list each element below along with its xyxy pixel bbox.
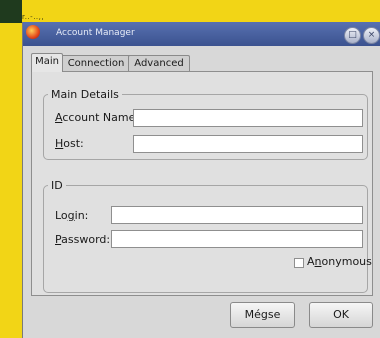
anonymous-label[interactable]: Anonymous [307, 255, 372, 268]
host-label: Host: [55, 137, 84, 150]
background-text: r..-..,, [22, 13, 45, 21]
account-name-label: Account Name: [55, 111, 140, 124]
account-manager-window: Account Manager □ × Main Connection Adva… [22, 22, 380, 338]
desktop-corner-block [0, 0, 22, 23]
window-title: Account Manager [56, 28, 135, 38]
password-label: Password: [55, 233, 111, 246]
host-input[interactable] [133, 135, 363, 153]
main-details-group: Main Details Account Name: Host: [43, 88, 368, 160]
login-input[interactable] [111, 206, 363, 224]
tab-advanced[interactable]: Advanced [128, 55, 190, 71]
tab-main[interactable]: Main [31, 53, 63, 72]
anonymous-checkbox[interactable] [294, 258, 304, 268]
tab-connection[interactable]: Connection [61, 55, 131, 71]
id-legend: ID [51, 179, 63, 192]
main-details-legend: Main Details [51, 88, 119, 101]
password-input[interactable] [111, 230, 363, 248]
restore-button[interactable]: □ [344, 27, 361, 44]
login-label: Login: [55, 209, 89, 222]
firefox-icon [26, 25, 40, 39]
cancel-button[interactable]: Mégse [230, 302, 295, 328]
close-button[interactable]: × [363, 27, 380, 44]
account-name-input[interactable] [133, 109, 363, 127]
titlebar[interactable]: Account Manager □ × [23, 22, 380, 46]
ok-button[interactable]: OK [309, 302, 373, 328]
main-tab-panel: Main Details Account Name: Host: ID Logi… [31, 71, 373, 296]
id-group: ID Login: Password: Anonymous [43, 179, 372, 293]
